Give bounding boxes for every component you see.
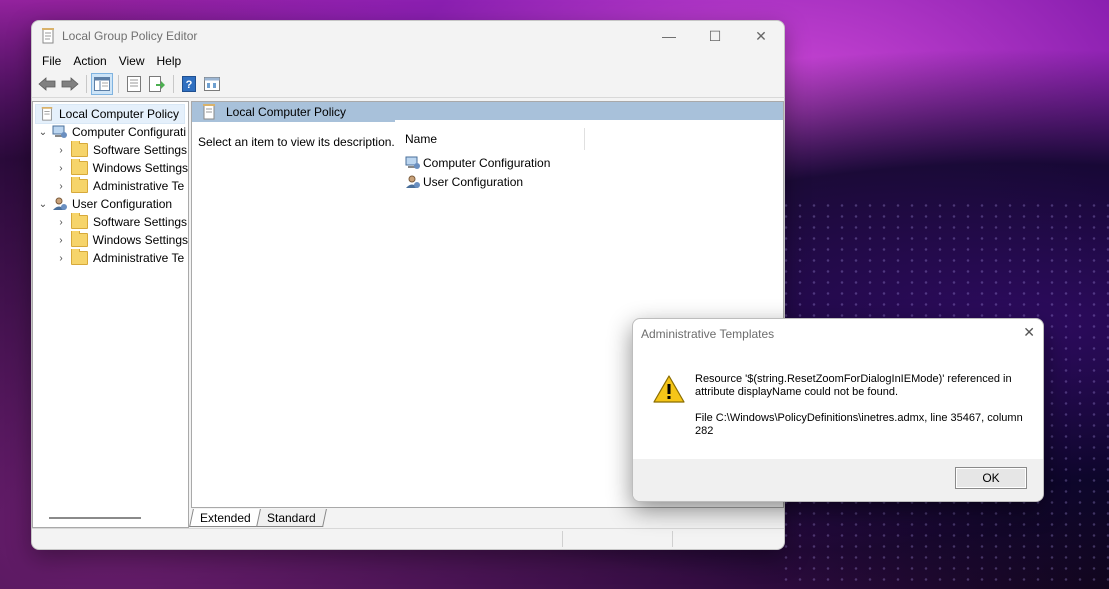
menu-view[interactable]: View [113,54,151,68]
tab-standard[interactable]: Standard [255,509,327,527]
help-button[interactable]: ? [178,73,200,95]
dialog-close-button[interactable]: ✕ [1023,324,1035,341]
computer-icon [405,156,420,169]
dialog-title: Administrative Templates [641,327,775,341]
toolbar-separator [118,75,119,93]
svg-text:?: ? [186,79,193,91]
back-icon [38,77,56,91]
details-header: Local Computer Policy [192,102,783,122]
dialog-footer: OK [633,459,1043,501]
filter-button[interactable] [201,73,223,95]
tree-item-label: Software Settings [93,215,188,229]
details-header-title: Local Computer Policy [226,105,347,119]
folder-icon [71,141,88,157]
show-hide-tree-button[interactable] [91,73,113,95]
dialog-message: Resource '$(string.ResetZoomForDialogInI… [695,373,1025,451]
toolbar: ? [32,71,784,98]
menu-help[interactable]: Help [151,54,188,68]
list-item-label: Computer Configuration [423,156,551,170]
tree-item-label: Windows Settings [92,233,188,247]
dialog-message-line2: File C:\Windows\PolicyDefinitions\inetre… [695,412,1023,437]
chevron-right-icon[interactable]: › [55,163,67,174]
tree-computer-windows-settings[interactable]: › Windows Settings [55,159,188,177]
horizontal-scrollbar[interactable] [49,517,141,519]
window-title: Local Group Policy Editor [62,29,198,43]
folder-icon [71,177,88,193]
chevron-right-icon[interactable]: › [55,253,67,264]
chevron-down-icon[interactable]: ⌄ [37,127,49,138]
export-list-button[interactable] [146,73,168,95]
chevron-down-icon[interactable]: ⌄ [37,199,49,210]
tree-item-label: Administrative Te [93,179,185,193]
column-divider[interactable] [584,128,585,150]
folder-icon [71,213,88,229]
title-bar[interactable]: Local Group Policy Editor — ☐ ✕ [32,21,784,51]
tree-computer-configuration-label: Computer Configurati [72,125,187,139]
status-divider [562,531,563,547]
menu-bar: File Action View Help [32,51,784,71]
filter-icon [204,77,220,91]
description-text: Select an item to view its description. [198,135,395,149]
tab-extended-label: Extended [200,510,251,525]
dialog-message-line1: Resource '$(string.ResetZoomForDialogInI… [695,373,1012,398]
tree-computer-software-settings[interactable]: › Software Settings [55,141,188,159]
tree-pane[interactable]: Local Computer Policy ⌄ Computer Configu… [32,101,189,528]
close-button[interactable]: ✕ [738,21,784,51]
policy-scroll-icon [42,28,54,44]
menu-action[interactable]: Action [67,54,112,68]
back-button[interactable] [36,73,58,95]
chevron-right-icon[interactable]: › [55,145,67,156]
help-icon: ? [182,76,196,92]
minimize-button[interactable]: — [646,21,692,51]
menu-file[interactable]: File [36,54,67,68]
tree-user-configuration-label: User Configuration [72,197,173,211]
toolbar-separator [173,75,174,93]
policy-scroll-icon [203,104,215,120]
tree-computer-configuration[interactable]: ⌄ Computer Configurati [37,123,188,141]
chevron-right-icon[interactable]: › [55,235,67,246]
chevron-right-icon[interactable]: › [55,217,67,228]
list-item-label: User Configuration [423,175,524,189]
tree-user-windows-settings[interactable]: › Windows Settings [55,231,188,249]
tree-item-label: Windows Settings [92,161,188,175]
column-header-name[interactable]: Name [405,132,437,146]
status-bar [32,528,784,549]
view-tabs: Extended Standard [189,507,327,527]
properties-button[interactable] [123,73,145,95]
ok-button[interactable]: OK [955,467,1027,489]
tree-root-label: Local Computer Policy [59,107,180,121]
tab-extended[interactable]: Extended [189,509,262,527]
folder-icon [71,249,88,265]
folder-icon [70,231,88,247]
show-hide-tree-icon [94,77,110,91]
tree-user-software-settings[interactable]: › Software Settings [55,213,188,231]
maximize-button[interactable]: ☐ [692,21,738,51]
tree-computer-administrative-templates[interactable]: › Administrative Te [55,177,188,195]
toolbar-separator [86,75,87,93]
error-dialog: Administrative Templates ✕ Resource '$(s… [632,318,1044,502]
tree-item-label: Software Settings [93,143,188,157]
tree-item-label: Administrative Te [93,251,185,265]
properties-icon [127,76,141,92]
tree-user-administrative-templates[interactable]: › Administrative Te [55,249,188,267]
user-icon [53,197,67,210]
list-item[interactable]: User Configuration [405,173,523,191]
export-list-icon [149,76,165,92]
tree-user-configuration[interactable]: ⌄ User Configuration [37,195,188,213]
folder-icon [70,159,88,175]
tree-root[interactable]: Local Computer Policy [35,104,185,124]
computer-icon [52,125,67,138]
forward-icon [61,77,79,91]
status-divider [672,531,673,547]
warning-icon [653,375,685,403]
chevron-right-icon[interactable]: › [55,181,67,192]
policy-scroll-icon [41,107,53,121]
forward-button[interactable] [59,73,81,95]
tab-standard-label: Standard [266,510,316,525]
user-icon [406,175,420,188]
list-item[interactable]: Computer Configuration [405,154,550,172]
